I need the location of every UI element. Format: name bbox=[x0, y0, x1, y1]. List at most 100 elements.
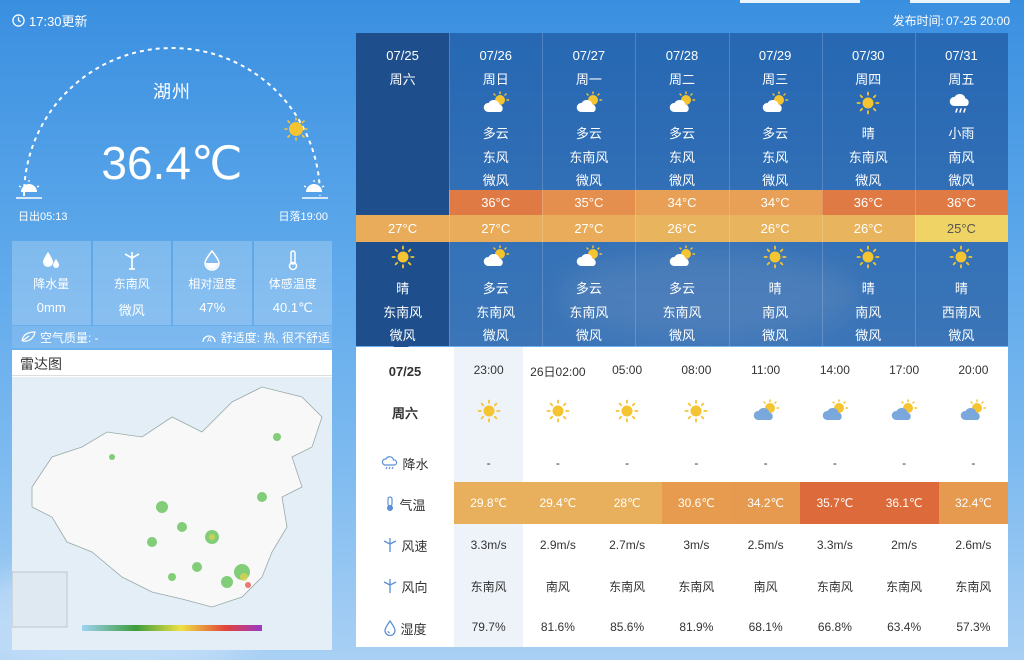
stat-label: 东南风 bbox=[113, 277, 150, 291]
row-label-rain: 降水 bbox=[356, 453, 454, 473]
wind-turbine-icon bbox=[384, 579, 397, 593]
partly-cloudy-icon bbox=[576, 91, 603, 112]
night-weather-icon-wrap bbox=[449, 245, 542, 269]
hourly-column: 20:00 - 32.4℃ 2.6m/s 东南风 57.3% bbox=[938, 347, 1008, 647]
seven-day-forecast: 07/25 周六 27°C 晴 东南风 微风 07/26 周日 多云 东风 微风… bbox=[356, 33, 1008, 346]
partly-cloudy-icon bbox=[669, 245, 696, 266]
forecast-date: 07/27 bbox=[572, 48, 606, 63]
hour-wind-speed: 2.7m/s bbox=[609, 538, 646, 552]
thermometer-icon bbox=[288, 250, 297, 271]
hour-wind-speed: 2.5m/s bbox=[747, 538, 784, 552]
hour-temperature: 29.8℃ bbox=[454, 482, 524, 524]
night-weather: 多云 bbox=[668, 281, 695, 296]
night-wind-direction: 南风 bbox=[762, 305, 789, 320]
hour-wind-direction: 东南风 bbox=[955, 580, 992, 594]
sun-icon bbox=[615, 399, 639, 423]
hour-wind-speed: 3.3m/s bbox=[470, 538, 507, 552]
day-wind-power: 微风 bbox=[948, 173, 975, 188]
hour-temperature: 35.7℃ bbox=[800, 482, 870, 524]
low-temperature: 26°C bbox=[728, 215, 822, 242]
forecast-date: 07/28 bbox=[665, 48, 699, 63]
forecast-weekday: 周三 bbox=[762, 72, 789, 87]
hour-time: 23:00 bbox=[473, 363, 504, 377]
night-wind-power: 微风 bbox=[482, 328, 509, 343]
forecast-day[interactable]: 07/26 周日 多云 东风 微风 36°C 27°C 多云 东南风 微风 bbox=[449, 33, 543, 346]
row-label-text: 风向 bbox=[401, 579, 428, 595]
forecast-day[interactable]: 07/27 周一 多云 东南风 微风 35°C 27°C 多云 东南风 微风 bbox=[542, 33, 636, 346]
publish-label: 发布时间: bbox=[892, 14, 944, 28]
high-temperature: 36°C bbox=[821, 190, 915, 215]
forecast-day[interactable]: 07/25 周六 27°C 晴 东南风 微风 bbox=[356, 33, 450, 346]
forecast-weekday: 周五 bbox=[948, 72, 975, 87]
night-wind-power: 微风 bbox=[389, 328, 416, 343]
day-wind-power: 微风 bbox=[855, 173, 882, 188]
day-weather-icon-wrap bbox=[449, 91, 542, 115]
clock-icon bbox=[12, 14, 25, 27]
hour-humidity: 57.3% bbox=[956, 620, 991, 634]
forecast-weekday: 周二 bbox=[668, 72, 695, 87]
hour-icon-wrap bbox=[593, 399, 662, 423]
low-temperature: 25°C bbox=[914, 215, 1008, 242]
hour-precipitation: - bbox=[763, 456, 768, 470]
low-temperature: 27°C bbox=[449, 215, 543, 242]
day-weather: 多云 bbox=[668, 126, 695, 141]
hour-precipitation: - bbox=[625, 456, 630, 470]
forecast-day[interactable]: 07/28 周二 多云 东风 微风 34°C 26°C 多云 东南风 微风 bbox=[635, 33, 729, 346]
hour-time: 26日02:00 bbox=[530, 365, 586, 379]
current-temperature: 36.4℃ bbox=[101, 137, 243, 189]
day-wind-direction: 东南风 bbox=[848, 150, 888, 165]
radar-panel[interactable]: 雷达图 bbox=[12, 350, 332, 650]
row-label-wind-speed: 风速 bbox=[356, 535, 454, 555]
hour-icon-wrap bbox=[731, 399, 800, 423]
hourly-column: 14:00 - 35.7℃ 3.3m/s 东南风 66.8% bbox=[800, 347, 870, 647]
night-weather: 晴 bbox=[861, 281, 875, 296]
day-weather-icon-wrap bbox=[915, 91, 1008, 115]
hour-precipitation: - bbox=[902, 456, 907, 470]
forecast-weekday: 周四 bbox=[855, 72, 882, 87]
day-wind-direction: 东风 bbox=[762, 150, 789, 165]
high-temperature: 36°C bbox=[449, 190, 543, 215]
night-weather-icon-wrap bbox=[915, 245, 1008, 269]
radar-map-image[interactable] bbox=[12, 377, 332, 650]
partly-cloudy-icon bbox=[576, 245, 603, 266]
day-weather-icon-wrap bbox=[822, 91, 915, 115]
hour-wind-speed: 2.6m/s bbox=[955, 538, 992, 552]
hour-wind-direction: 南风 bbox=[753, 580, 778, 594]
forecast-day[interactable]: 07/30 周四 晴 东南风 微风 36°C 26°C 晴 南风 微风 bbox=[821, 33, 915, 346]
sun-icon bbox=[391, 245, 414, 269]
hour-temperature: 34.2℃ bbox=[731, 482, 801, 524]
city-name: 湖州 bbox=[153, 82, 191, 102]
stat-value: 47% bbox=[199, 300, 226, 315]
hour-time: 11:00 bbox=[751, 363, 781, 377]
high-temperature: 34°C bbox=[635, 190, 729, 215]
night-weather-icon-wrap bbox=[729, 245, 822, 269]
night-wind-direction: 东南风 bbox=[383, 305, 423, 320]
night-weather-icon-wrap bbox=[542, 245, 635, 269]
hour-time: 17:00 bbox=[889, 363, 920, 377]
row-label-text: 气温 bbox=[399, 497, 426, 513]
hour-wind-direction: 东南风 bbox=[886, 580, 923, 594]
night-wind-power: 微风 bbox=[762, 328, 789, 343]
forecast-day[interactable]: 07/29 周三 多云 东风 微风 34°C 26°C 晴 南风 微风 bbox=[728, 33, 822, 346]
hour-wind-speed: 2m/s bbox=[891, 538, 918, 552]
partly-cloudy-icon bbox=[483, 91, 509, 112]
thermometer-icon bbox=[387, 496, 394, 511]
stat-label: 相对湿度 bbox=[188, 277, 237, 291]
night-wind-direction: 东南风 bbox=[569, 305, 609, 320]
partly-cloudy-icon bbox=[669, 91, 696, 112]
air-quality: 空气质量: - bbox=[40, 330, 99, 345]
day-weather: 小雨 bbox=[948, 126, 975, 141]
hour-precipitation: - bbox=[694, 456, 699, 470]
night-weather-icon-wrap bbox=[822, 245, 915, 269]
forecast-day[interactable]: 07/31 周五 小雨 南风 微风 36°C 25°C 晴 西南风 微风 bbox=[914, 33, 1008, 346]
stat-label: 体感温度 bbox=[268, 277, 317, 291]
low-temperature: 27°C bbox=[542, 215, 636, 242]
comfort-index: 舒适度: 热, 很不舒适 bbox=[220, 330, 330, 345]
hourly-row-labels: 07/25 周六 降水 气温 风速 风向 湿度 bbox=[356, 347, 454, 647]
hour-icon-wrap bbox=[800, 399, 869, 423]
hour-time: 05:00 bbox=[612, 363, 643, 377]
day-wind-power: 微风 bbox=[482, 173, 509, 188]
radar-title: 雷达图 bbox=[12, 350, 332, 376]
day-wind-power: 微风 bbox=[575, 173, 602, 188]
hourly-date: 07/25 bbox=[356, 361, 454, 381]
